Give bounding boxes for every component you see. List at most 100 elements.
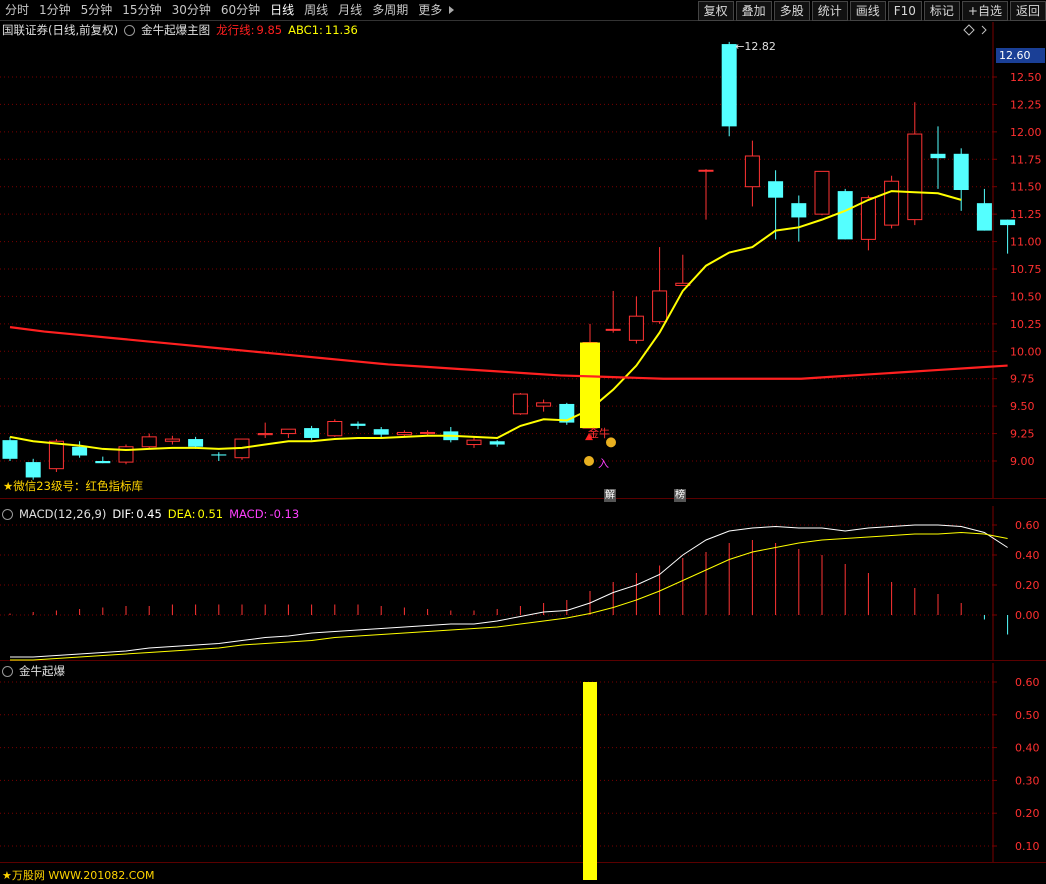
candle-body-up: [512, 393, 528, 415]
signal-label-bull: 金牛: [588, 427, 610, 440]
candle-body-down: [211, 454, 227, 456]
period-toolbar: 分时 1分钟 5分钟 15分钟 30分钟 60分钟 日线 周线 月线 多周期 更多 复权 叠加 多股 统计…: [0, 0, 1046, 21]
macd-value: -0.13: [269, 507, 300, 521]
candle-body-down: [721, 44, 737, 127]
period-tab-7[interactable]: 周线: [299, 0, 333, 20]
toolbar-button-4[interactable]: 画线: [849, 1, 886, 21]
abc-label: ABC1:: [288, 23, 323, 37]
bull-axis-label-2: 0.40: [1015, 742, 1040, 755]
diamond-icon: [963, 24, 975, 36]
abc1-line: [9, 190, 962, 452]
period-tab-2[interactable]: 5分钟: [76, 0, 118, 20]
candle-body-up: [257, 433, 273, 436]
period-tab-8[interactable]: 月线: [333, 0, 367, 20]
indicator-chevron-icon[interactable]: [124, 24, 136, 36]
stock-title[interactable]: 国联证券(日线,前复权): [2, 22, 118, 38]
price-axis-label-2: 12.00: [1010, 126, 1042, 139]
price-axis-label-13: 9.25: [1010, 428, 1035, 441]
footer-site[interactable]: ★万股网 WWW.201082.COM: [2, 867, 155, 883]
bull-chevron-icon[interactable]: [2, 665, 13, 677]
signal-label-buy: 入: [598, 457, 609, 470]
bull-axis-label-5: 0.10: [1015, 840, 1040, 853]
toolbar-button-0[interactable]: 复权: [697, 1, 734, 21]
author-note: ★微信23级号：红色指标库: [3, 479, 143, 493]
signal-bar-main: [580, 342, 600, 429]
period-tab-9[interactable]: 多周期: [367, 0, 413, 20]
indicator-name[interactable]: 金牛起爆主图: [141, 22, 210, 38]
bull-axis-label-3: 0.30: [1015, 774, 1040, 787]
candle-body-down: [72, 446, 88, 456]
candle-body-down: [188, 439, 204, 447]
bull-axis-label-4: 0.20: [1015, 807, 1040, 820]
dea-value: 0.51: [197, 507, 224, 521]
candle-body-up: [884, 180, 900, 226]
current-price-tag: 12.60: [996, 48, 1045, 63]
price-axis-label-10: 10.00: [1010, 345, 1042, 358]
marker-box-2[interactable]: 榜: [674, 489, 686, 502]
toolbar-button-2[interactable]: 多股: [773, 1, 810, 21]
candle-body-up: [327, 421, 343, 437]
bull-title[interactable]: 金牛起爆: [19, 663, 65, 679]
toolbar-button-6[interactable]: 标记: [923, 1, 960, 21]
candle-body-down: [489, 441, 505, 445]
candle-body-down: [25, 462, 41, 478]
dea-label: DEA:: [167, 507, 196, 521]
period-tab-0[interactable]: 分时: [0, 0, 34, 20]
dragon-line: [9, 326, 1008, 380]
more-arrow-icon[interactable]: [449, 6, 455, 14]
function-buttons: 复权 叠加 多股 统计 画线 F10 标记 +自选 返回: [696, 0, 1046, 21]
candle-body-up: [48, 440, 64, 470]
dea-line: [10, 531, 1008, 661]
period-tab-3[interactable]: 15分钟: [117, 0, 166, 20]
candle-body-down: [350, 423, 366, 426]
macd-title-bar: MACD(12,26,9) DIF: 0.45 DEA: 0.51 MACD: …: [2, 506, 305, 522]
candle-body-down: [95, 461, 111, 464]
marker-box-1[interactable]: 解: [604, 489, 616, 502]
candle-body-up: [628, 315, 644, 341]
candle-body-up: [420, 431, 436, 435]
period-tab-10[interactable]: 更多: [413, 0, 447, 20]
dragon-value: 9.85: [256, 23, 283, 37]
candle-body-down: [768, 181, 784, 198]
candle-body-up: [141, 436, 157, 448]
candle-body-up: [860, 197, 876, 240]
price-axis-label-7: 10.75: [1010, 263, 1042, 276]
candle-body-down: [373, 429, 389, 435]
candle-body-down: [304, 428, 320, 438]
price-axis-label-11: 9.75: [1010, 373, 1035, 386]
candle-body-up: [698, 169, 714, 172]
dif-line: [10, 524, 1008, 658]
period-tab-1[interactable]: 1分钟: [34, 0, 76, 20]
price-axis-label-12: 9.50: [1010, 400, 1035, 413]
period-tab-6[interactable]: 日线: [265, 0, 299, 20]
toolbar-button-3[interactable]: 统计: [811, 1, 848, 21]
candle-body-down: [2, 440, 18, 459]
toolbar-button-8[interactable]: 返回: [1009, 1, 1046, 21]
candle-body-up: [466, 439, 482, 446]
toolbar-button-1[interactable]: 叠加: [735, 1, 772, 21]
candle-body-down: [837, 191, 853, 240]
period-tab-4[interactable]: 30分钟: [167, 0, 216, 20]
toolbar-button-7[interactable]: +自选: [961, 1, 1008, 21]
price-axis-label-8: 10.50: [1010, 290, 1042, 303]
macd-chevron-icon[interactable]: [2, 508, 13, 520]
dif-label: DIF:: [112, 507, 135, 521]
candle-body-down: [791, 203, 807, 218]
price-axis-label-9: 10.25: [1010, 318, 1042, 331]
candle-body-down: [1000, 219, 1016, 226]
macd-title[interactable]: MACD(12,26,9): [19, 506, 106, 522]
toolbar-button-5[interactable]: F10: [887, 1, 922, 21]
price-axis-label-6: 11.00: [1010, 236, 1042, 249]
candle-body-up: [605, 328, 621, 331]
period-tab-5[interactable]: 60分钟: [216, 0, 265, 20]
dragon-label: 龙行线:: [216, 23, 255, 37]
abc-value: 11.36: [324, 23, 358, 37]
bull-axis-label-0: 0.60: [1015, 676, 1040, 689]
high-price-label: ←12.82: [735, 40, 776, 53]
candle-body-up: [814, 170, 830, 215]
money-bag-icon: [584, 456, 594, 466]
candle-body-down: [953, 153, 969, 191]
price-axis-label-0: 12.50: [1010, 71, 1042, 84]
bull-axis-label-1: 0.50: [1015, 709, 1040, 722]
kline-chart[interactable]: 12.50 12.25 12.00 11.75 11.50 11.25 11.00 10.75…: [0, 21, 1046, 884]
